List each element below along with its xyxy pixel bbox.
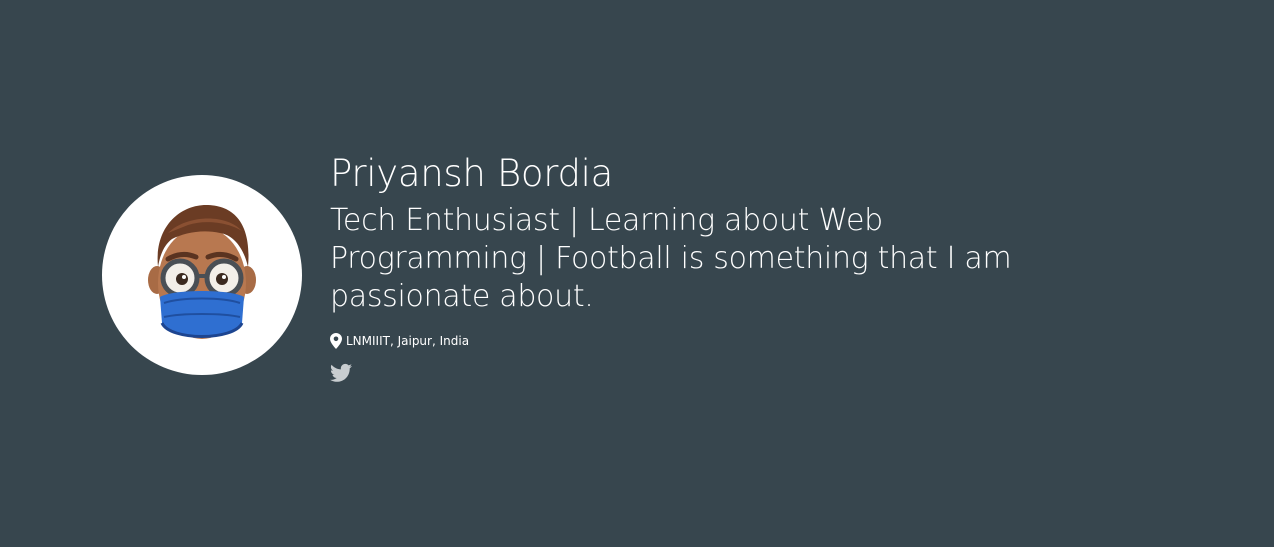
profile-card: Priyansh Bordia Tech Enthusiast | Learni… [102,150,1030,383]
map-pin-icon [330,333,342,349]
twitter-icon [330,363,352,382]
twitter-link[interactable] [330,363,352,383]
profile-name: Priyansh Bordia [330,152,614,195]
avatar [102,175,302,375]
profile-info: Priyansh Bordia Tech Enthusiast | Learni… [330,150,1030,383]
social-links [330,363,1030,383]
memoji-avatar-icon [148,205,256,339]
profile-location: LNMIIIT, Jaipur, India [330,333,1030,349]
profile-bio: Tech Enthusiast | Learning about Web Pro… [330,203,1012,314]
location-text: LNMIIIT, Jaipur, India [346,334,470,348]
